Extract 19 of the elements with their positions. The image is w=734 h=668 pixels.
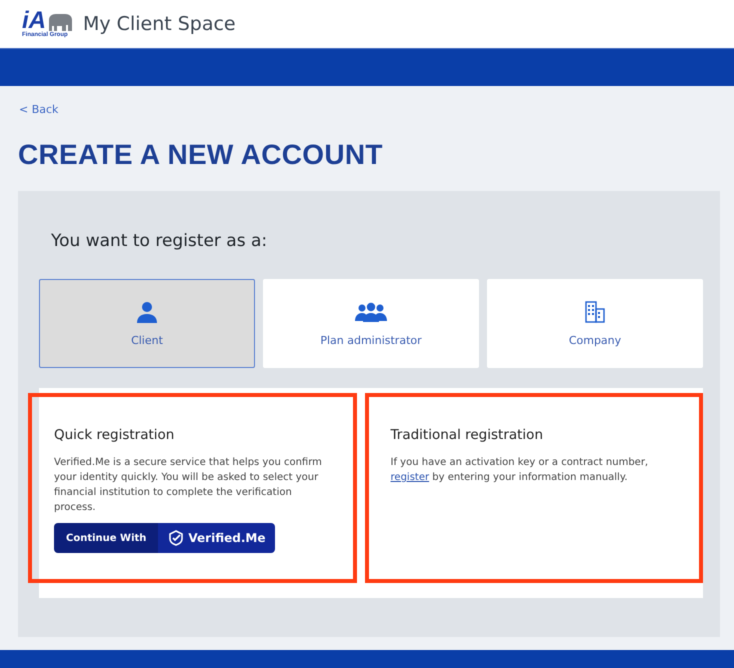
site-title: My Client Space <box>83 13 236 35</box>
page-title: CREATE A NEW ACCOUNT <box>18 139 384 171</box>
group-icon <box>355 300 387 324</box>
account-type-option[interactable]: Company <box>487 279 703 368</box>
back-link[interactable]: < Back <box>19 103 58 116</box>
shield-check-icon <box>168 530 184 546</box>
option-title: Traditional registration <box>390 427 544 443</box>
option-description: If you have an activation key or a contract number, register by entering your information manually. <box>390 456 650 485</box>
elephant-icon <box>47 12 73 32</box>
person-icon <box>135 300 159 324</box>
register-link[interactable]: register <box>390 472 430 483</box>
logo-text: iA <box>22 10 46 32</box>
option-description: Verified.Me is a secure service that helps you confirm your identity quickly. You will be asked to select your financial institution to complete the verification process. <box>54 456 323 515</box>
option-title: Quick registration <box>54 427 176 443</box>
verified-me-button[interactable]: Continue With Verified.Me <box>54 523 276 553</box>
building-icon <box>583 300 607 324</box>
account-type-option[interactable]: Plan administrator <box>263 279 479 368</box>
section-heading: You want to register as a: <box>50 230 268 251</box>
account-type-option[interactable]: Client <box>39 279 255 368</box>
